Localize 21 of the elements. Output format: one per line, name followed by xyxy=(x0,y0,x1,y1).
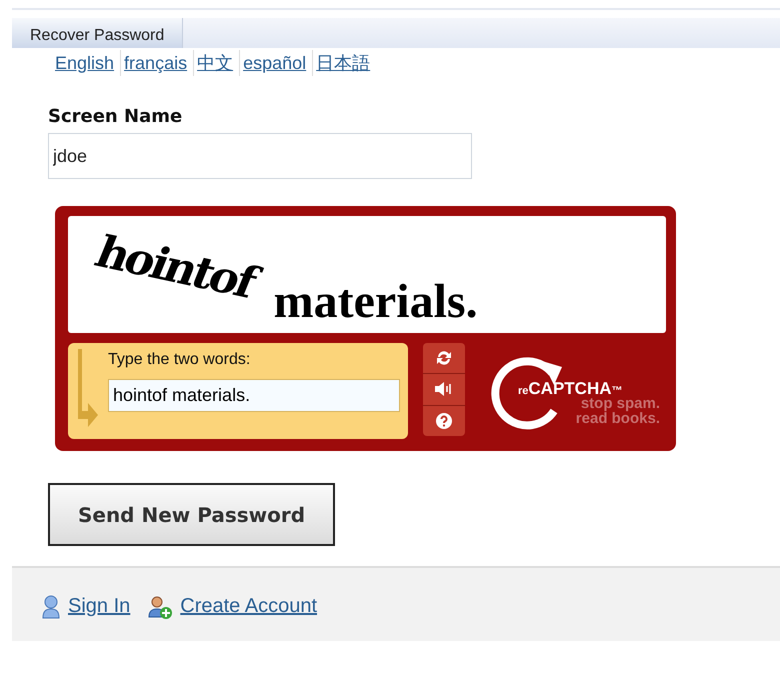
tab[interactable]: Recover Password xyxy=(12,18,184,48)
captcha-word: hointof xyxy=(88,227,262,308)
captcha-prompt: Type the two words: xyxy=(108,351,250,369)
user-icon xyxy=(42,594,60,618)
footer-link[interactable]: Sign In xyxy=(68,595,130,618)
footer-link[interactable]: Create Account xyxy=(180,595,318,618)
language-link[interactable]: français xyxy=(120,50,194,76)
add-user-icon xyxy=(148,594,172,618)
refresh-icon xyxy=(435,349,453,368)
field-label: Screen Name xyxy=(48,106,182,127)
slogan: stop spam. read books. xyxy=(576,396,660,426)
recaptcha-logo: reCAPTCHA™ xyxy=(518,379,623,398)
language-link[interactable]: 中文 xyxy=(193,50,240,76)
speaker-icon xyxy=(434,381,454,398)
captcha-answer-field[interactable]: hointof materials. xyxy=(108,379,400,412)
help-icon xyxy=(436,412,452,429)
captcha-word: materials. xyxy=(274,274,478,329)
language-link[interactable]: español xyxy=(239,50,312,76)
language-link[interactable]: 日本語 xyxy=(312,50,376,76)
send-password-button[interactable]: Send New Password xyxy=(48,483,335,546)
language-link[interactable]: English xyxy=(52,50,120,76)
